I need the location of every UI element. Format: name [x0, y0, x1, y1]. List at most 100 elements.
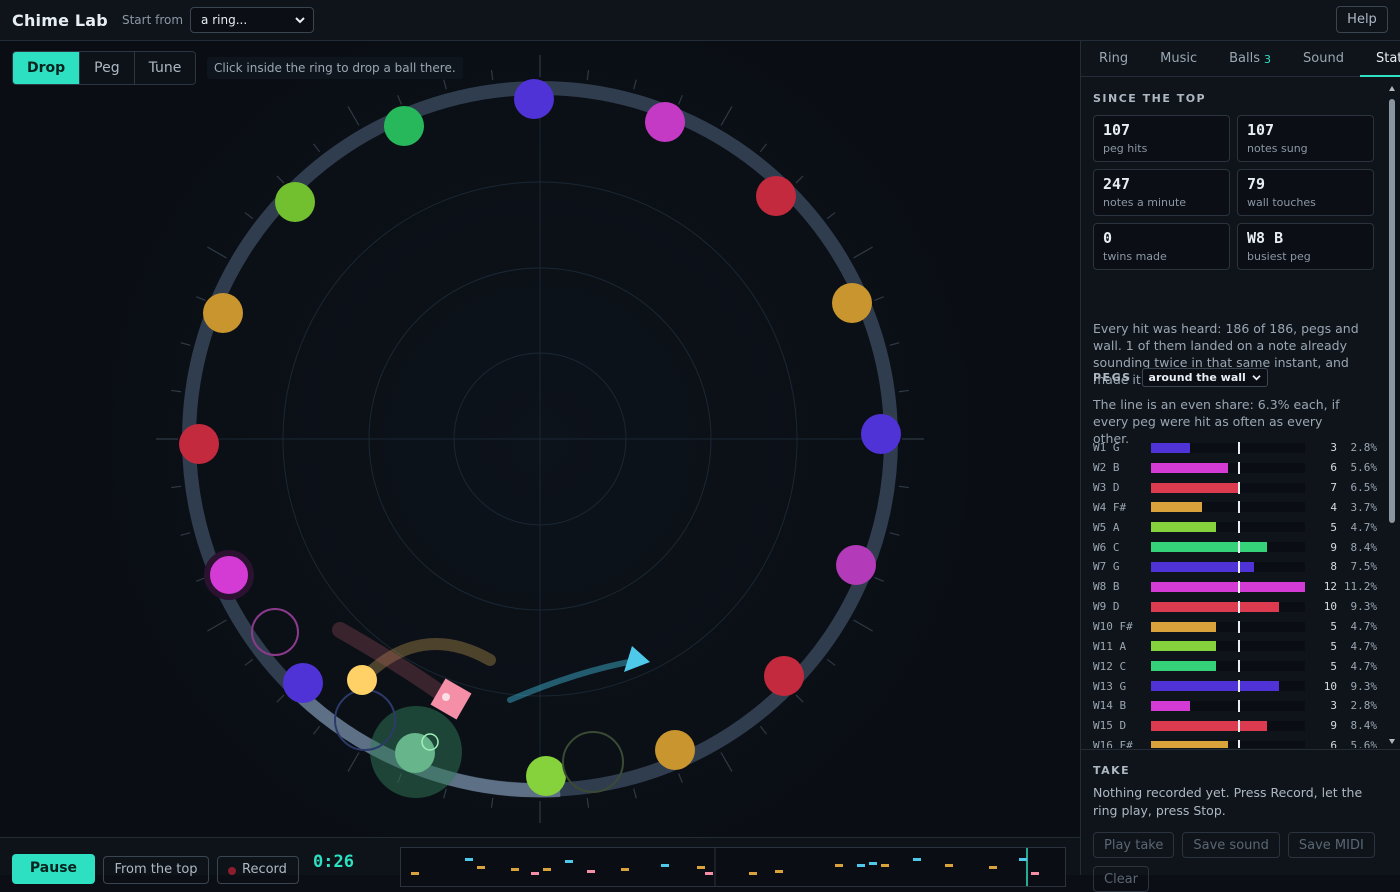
tool-peg[interactable]: Peg	[80, 52, 135, 84]
stat-card: 107 peg hits	[1093, 115, 1230, 162]
peg-hit-count: 10	[1323, 600, 1337, 614]
ring-tick	[826, 658, 836, 666]
peg-share-bar	[1151, 522, 1216, 533]
peg-hit-count: 4	[1330, 500, 1337, 514]
start-from-select[interactable]: a ring...	[190, 7, 315, 33]
panel-tabs: Ring Music Balls 3 Sound Stats	[1081, 41, 1400, 77]
save-midi-button[interactable]: Save MIDI	[1287, 832, 1375, 858]
stat-value: 0	[1103, 229, 1113, 247]
ring-tick	[180, 342, 191, 346]
from-the-top-button[interactable]: From the top	[103, 856, 209, 884]
peg-row: W16 F# 6 5.6%	[1093, 736, 1379, 748]
stat-value: 107	[1247, 121, 1275, 139]
peg-hit-percent: 3.7%	[1350, 500, 1378, 514]
peg-share-bar	[1151, 641, 1216, 652]
record-button[interactable]: Record	[217, 856, 299, 884]
tab-stats[interactable]: Stats	[1359, 41, 1400, 77]
panel-scrollbar[interactable]	[1388, 83, 1396, 747]
take-section: TAKE Nothing recorded yet. Press Record,…	[1081, 749, 1400, 892]
ring-tick	[874, 296, 884, 302]
even-share-line	[1237, 699, 1240, 712]
top-bar: Chime Lab Start from a ring... Help	[0, 0, 1400, 41]
peg-row: W12 C 5 4.7%	[1093, 656, 1379, 676]
ring-tick	[443, 788, 447, 799]
peg-hit-percent: 8.4%	[1350, 719, 1378, 733]
ring-tick	[196, 296, 206, 302]
peg-w9	[526, 756, 566, 796]
peg-hit-percent: 4.7%	[1350, 659, 1378, 673]
ring-tick	[633, 788, 637, 799]
peg-hit-count: 8	[1330, 560, 1337, 574]
tab-sound[interactable]: Sound	[1287, 41, 1360, 76]
ring-tick	[889, 342, 900, 346]
take-message: Nothing recorded yet. Press Record, let …	[1093, 785, 1363, 818]
ring-tick	[874, 576, 884, 582]
peg-hit-count: 5	[1330, 520, 1337, 534]
peg-share-track	[1151, 680, 1305, 693]
ring-tick	[313, 143, 321, 153]
ring-tick	[586, 797, 590, 808]
even-share-line	[1237, 680, 1240, 693]
peg-name: W5 A	[1093, 520, 1120, 534]
peg-hit-count: 6	[1330, 739, 1337, 748]
start-from-label: Start from	[121, 13, 184, 27]
play-take-button[interactable]: Play take	[1093, 832, 1175, 858]
tab-music[interactable]: Music	[1144, 41, 1213, 76]
pegs-title: PEGS	[1093, 371, 1132, 384]
even-share-line	[1237, 600, 1240, 613]
peg-share-track	[1151, 580, 1305, 593]
peg-share-track	[1151, 739, 1305, 748]
peg-share-track	[1151, 521, 1305, 534]
ring-canvas[interactable]	[0, 41, 1080, 837]
peg-hit-percent: 4.7%	[1350, 620, 1378, 634]
peg-row: W3 D 7 6.5%	[1093, 478, 1379, 498]
note-timeline[interactable]	[400, 847, 1066, 887]
tool-tune[interactable]: Tune	[134, 52, 196, 84]
take-title: TAKE	[1093, 764, 1131, 777]
peg-name: W3 D	[1093, 481, 1120, 495]
ring-tick	[853, 619, 873, 632]
peg-share-track	[1151, 600, 1305, 613]
clear-take-button[interactable]: Clear	[1093, 866, 1149, 892]
even-share-line	[1237, 481, 1240, 494]
ring-tick	[898, 485, 909, 489]
peg-hit-percent: 2.8%	[1350, 441, 1378, 455]
chevron-down-icon	[1252, 375, 1261, 381]
peg-hit-count: 9	[1330, 719, 1337, 733]
peg-name: W15 D	[1093, 719, 1127, 733]
tool-drop[interactable]: Drop	[13, 52, 81, 84]
take-buttons: Play take Save sound Save MIDI Clear	[1093, 832, 1389, 892]
peg-share-track	[1151, 699, 1305, 712]
peg-hit-count: 9	[1330, 540, 1337, 554]
stat-label: twins made	[1103, 250, 1167, 263]
even-share-line	[1237, 640, 1240, 653]
peg-share-track	[1151, 620, 1305, 633]
peg-share-track	[1151, 719, 1305, 732]
tab-ring[interactable]: Ring	[1083, 41, 1144, 76]
save-sound-button[interactable]: Save sound	[1182, 832, 1280, 858]
peg-w4	[832, 283, 872, 323]
ring-tick	[207, 619, 227, 632]
peg-name: W1 G	[1093, 441, 1120, 455]
peg-row: W6 C 9 8.4%	[1093, 537, 1379, 557]
stat-card: W8 B busiest peg	[1237, 223, 1374, 270]
pause-button[interactable]: Pause	[12, 854, 95, 884]
peg-hit-count: 7	[1330, 481, 1337, 495]
peg-w6	[836, 545, 876, 585]
ring-tick	[244, 658, 254, 666]
chevron-down-icon	[295, 17, 305, 24]
help-button[interactable]: Help	[1336, 6, 1388, 33]
stats-scroll-area[interactable]: SINCE THE TOP 107 peg hits 107 notes sung …	[1081, 78, 1400, 748]
pegs-view-select[interactable]: around the wall	[1141, 368, 1268, 387]
peg-hit-count: 5	[1330, 659, 1337, 673]
peg-row: W4 F# 4 3.7%	[1093, 498, 1379, 518]
peg-w5	[861, 414, 901, 454]
scrollbar-thumb[interactable]	[1389, 99, 1395, 523]
ring-stage[interactable]: Drop Peg Tune Click inside the ring to d…	[0, 41, 1080, 837]
peg-hit-percent: 11.2%	[1343, 580, 1377, 594]
peg-share-track	[1151, 660, 1305, 673]
ring-tick	[633, 79, 637, 90]
stat-card: 0 twins made	[1093, 223, 1230, 270]
tab-balls[interactable]: Balls 3	[1213, 41, 1287, 76]
peg-row: W14 B 3 2.8%	[1093, 696, 1379, 716]
